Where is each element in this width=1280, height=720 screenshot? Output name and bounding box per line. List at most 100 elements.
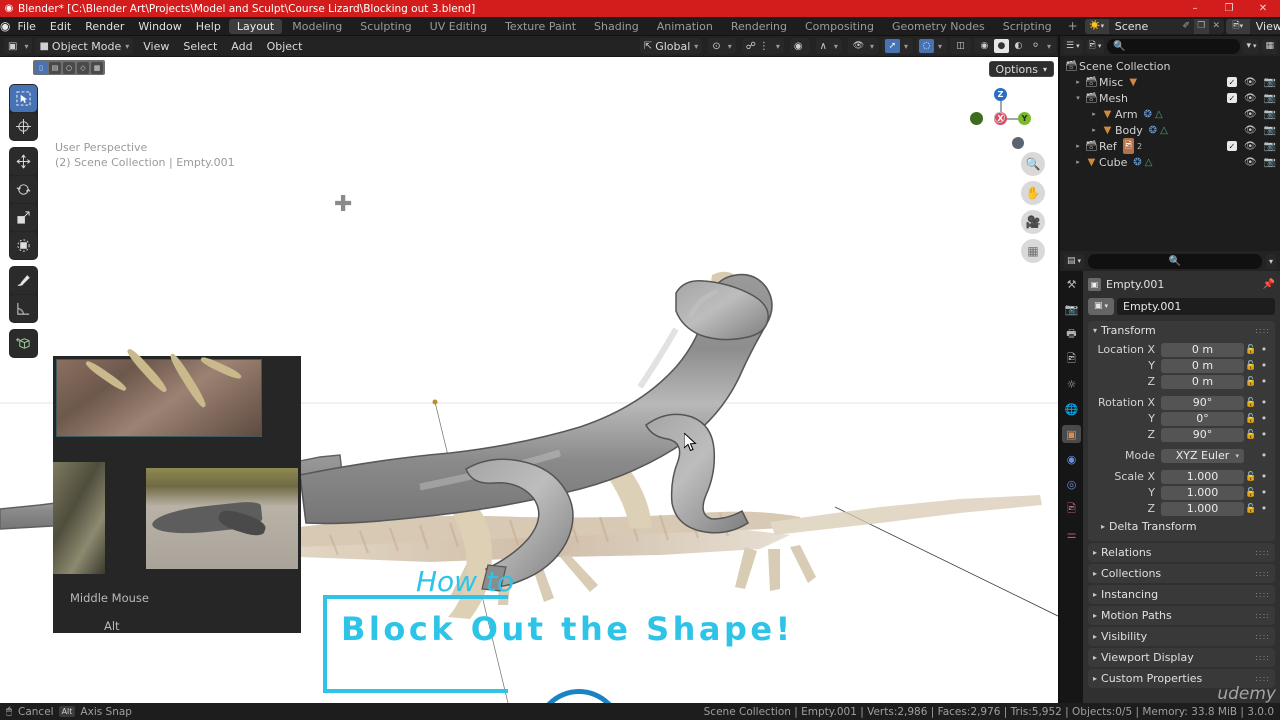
delta-transform-subpanel[interactable]: ▸ Delta Transform <box>1093 517 1270 536</box>
expand-triangle-icon[interactable]: ▸ <box>1072 78 1084 86</box>
viewport-display-panel-header[interactable]: ▸ Viewport Display :::: <box>1088 648 1275 667</box>
expand-triangle-icon[interactable]: ▸ <box>1072 158 1084 166</box>
move-tool[interactable] <box>10 148 37 175</box>
xray-icon[interactable]: ◫ <box>953 39 968 53</box>
gizmo-toggle[interactable]: ➚ ▾ <box>881 38 913 54</box>
perspective-toggle-dot[interactable] <box>1012 137 1024 149</box>
solid-shading-icon[interactable]: ● <box>993 39 1009 53</box>
material-preview-icon[interactable]: ◐ <box>1011 39 1026 53</box>
scene-pin-icon[interactable]: ✐ <box>1179 19 1194 34</box>
scale-z-input[interactable]: 1.000 <box>1161 501 1244 516</box>
outliner-search-input[interactable]: 🔍 <box>1107 38 1241 54</box>
instancing-panel-header[interactable]: ▸ Instancing :::: <box>1088 585 1275 604</box>
gizmo-icon[interactable]: ➚ <box>884 39 900 53</box>
tab-sculpting[interactable]: Sculpting <box>352 19 419 34</box>
options-button[interactable]: Options ▾ <box>988 61 1054 77</box>
tab-compositing[interactable]: Compositing <box>797 19 882 34</box>
lock-icon[interactable]: 🔓 <box>1244 377 1258 387</box>
drag-grip-icon[interactable]: :::: <box>1255 674 1270 682</box>
collapse-triangle-icon[interactable]: ▾ <box>1072 94 1084 102</box>
animate-dot-icon[interactable]: • <box>1258 428 1270 441</box>
lock-icon[interactable]: 🔓 <box>1244 345 1258 355</box>
viewport-menu-select[interactable]: Select <box>176 36 224 57</box>
visibility-controls[interactable]: 👁 ▾ <box>847 38 879 54</box>
exclude-checkbox[interactable]: ✓ <box>1226 77 1237 87</box>
lock-icon[interactable]: 🔓 <box>1244 472 1258 482</box>
modifier-icon[interactable]: ❂ <box>1149 125 1157 136</box>
outliner-row-arm[interactable]: ▸ ▼ Arm ❂ △ 👁 📷 <box>1060 106 1280 122</box>
rotate-tool[interactable] <box>10 176 37 203</box>
tab-texture-paint[interactable]: Texture Paint <box>497 19 584 34</box>
tab-geometry-nodes[interactable]: Geometry Nodes <box>884 19 993 34</box>
grid-icon[interactable]: ▦ <box>1021 239 1045 263</box>
relations-panel-header[interactable]: ▸ Relations :::: <box>1088 543 1275 562</box>
render-camera-icon[interactable]: 📷 <box>1264 93 1276 104</box>
object-tab[interactable]: ▣ <box>1062 425 1081 443</box>
animate-dot-icon[interactable]: • <box>1258 375 1270 388</box>
mesh-data-icon[interactable]: ▼ <box>1129 77 1137 88</box>
view-layer-tab[interactable]: 🖻 <box>1062 350 1081 368</box>
lock-icon[interactable]: 🔓 <box>1244 361 1258 371</box>
expand-triangle-icon[interactable]: ▸ <box>1088 126 1100 134</box>
expand-triangle-icon[interactable]: ▸ <box>1093 632 1097 641</box>
tab-layout[interactable]: Layout <box>228 18 283 34</box>
visibility-panel[interactable]: ▸ Visibility :::: <box>1088 627 1275 646</box>
scale-x-input[interactable]: 1.000 <box>1161 469 1244 484</box>
hide-eye-icon[interactable]: 👁 <box>1244 93 1257 104</box>
outliner-new-collection-button[interactable]: ▦ <box>1262 38 1277 54</box>
mesh-data-icon[interactable]: △ <box>1160 125 1168 136</box>
render-camera-icon[interactable]: 📷 <box>1264 125 1276 136</box>
menu-edit[interactable]: Edit <box>43 17 78 36</box>
show-gizmo-icon[interactable]: 👁 <box>851 39 866 53</box>
image-empty-icon[interactable]: 🖻 <box>1122 138 1135 154</box>
drag-grip-icon[interactable]: :::: <box>1255 326 1270 334</box>
proportional-editing-toggle[interactable]: ◉ <box>789 38 810 54</box>
expand-triangle-icon[interactable]: ▸ <box>1101 522 1105 531</box>
annotate-tool[interactable] <box>10 267 37 294</box>
tab-rendering[interactable]: Rendering <box>723 19 795 34</box>
location-y-input[interactable]: 0 m <box>1161 358 1244 373</box>
overlays-toggle[interactable]: ◌ ▾ <box>915 38 947 54</box>
expand-triangle-icon[interactable]: ▸ <box>1088 110 1100 118</box>
properties-editor-type-button[interactable]: ▤ ▾ <box>1064 253 1085 269</box>
overlay-icon[interactable]: ◌ <box>918 39 934 53</box>
outliner-row-mesh[interactable]: ▾ 🗃 Mesh ✓ 👁 📷 <box>1060 90 1280 106</box>
animate-dot-icon[interactable]: • <box>1258 343 1270 356</box>
modifier-icon[interactable]: ❂ <box>1133 157 1141 168</box>
visibility-panel-header[interactable]: ▸ Visibility :::: <box>1088 627 1275 646</box>
close-button[interactable]: ✕ <box>1246 0 1280 17</box>
viewport-menu-add[interactable]: Add <box>224 36 259 57</box>
lock-icon[interactable]: 🔓 <box>1244 430 1258 440</box>
animate-dot-icon[interactable]: • <box>1258 502 1270 515</box>
minimize-button[interactable]: – <box>1178 0 1212 17</box>
render-camera-icon[interactable]: 📷 <box>1264 141 1276 152</box>
modifier-icon[interactable]: ❂ <box>1144 109 1152 120</box>
maximize-button[interactable]: ❐ <box>1212 0 1246 17</box>
object-name-field[interactable]: Empty.001 <box>1117 297 1275 315</box>
outliner-row-scene-collection[interactable]: 🗃 Scene Collection <box>1060 58 1280 74</box>
transform-tool[interactable] <box>10 232 37 259</box>
viewlayer-selector[interactable]: 🖻▾ ViewLayer ❐ ✕ <box>1225 18 1280 34</box>
camera-icon[interactable]: 🎥 <box>1021 210 1045 234</box>
tab-scripting[interactable]: Scripting <box>995 19 1060 34</box>
hide-eye-icon[interactable]: 👁 <box>1244 77 1257 88</box>
transform-orientation-selector[interactable]: ⇱ Global ▾ <box>639 38 703 54</box>
menu-file[interactable]: File <box>10 17 42 36</box>
expand-triangle-icon[interactable]: ▸ <box>1093 611 1097 620</box>
pin-icon[interactable]: 📌 <box>1263 279 1275 290</box>
scene-selector[interactable]: ☀️ ▾ Scene ✐ ❐ ✕ <box>1084 18 1224 34</box>
lock-icon[interactable]: 🔓 <box>1244 504 1258 514</box>
select-mode-toolbar[interactable]: ▯ ▤ ○ ◇ ▦ <box>33 60 105 75</box>
editor-type-button[interactable]: ▣ ▾ <box>4 38 33 54</box>
menu-render[interactable]: Render <box>78 17 131 36</box>
viewport-menu-object[interactable]: Object <box>260 36 310 57</box>
expand-triangle-icon[interactable]: ▸ <box>1072 142 1084 150</box>
collections-panel[interactable]: ▸ Collections :::: <box>1088 564 1275 583</box>
measure-tool[interactable] <box>10 295 37 322</box>
animate-dot-icon[interactable]: • <box>1258 449 1270 462</box>
gizmo-axis-neg-y[interactable] <box>970 112 983 125</box>
viewport-menu-view[interactable]: View <box>136 36 176 57</box>
rotation-x-input[interactable]: 90° <box>1161 395 1244 410</box>
data-tab[interactable]: ⚌ <box>1062 525 1081 543</box>
scene-tab[interactable]: ☼ <box>1062 375 1081 393</box>
